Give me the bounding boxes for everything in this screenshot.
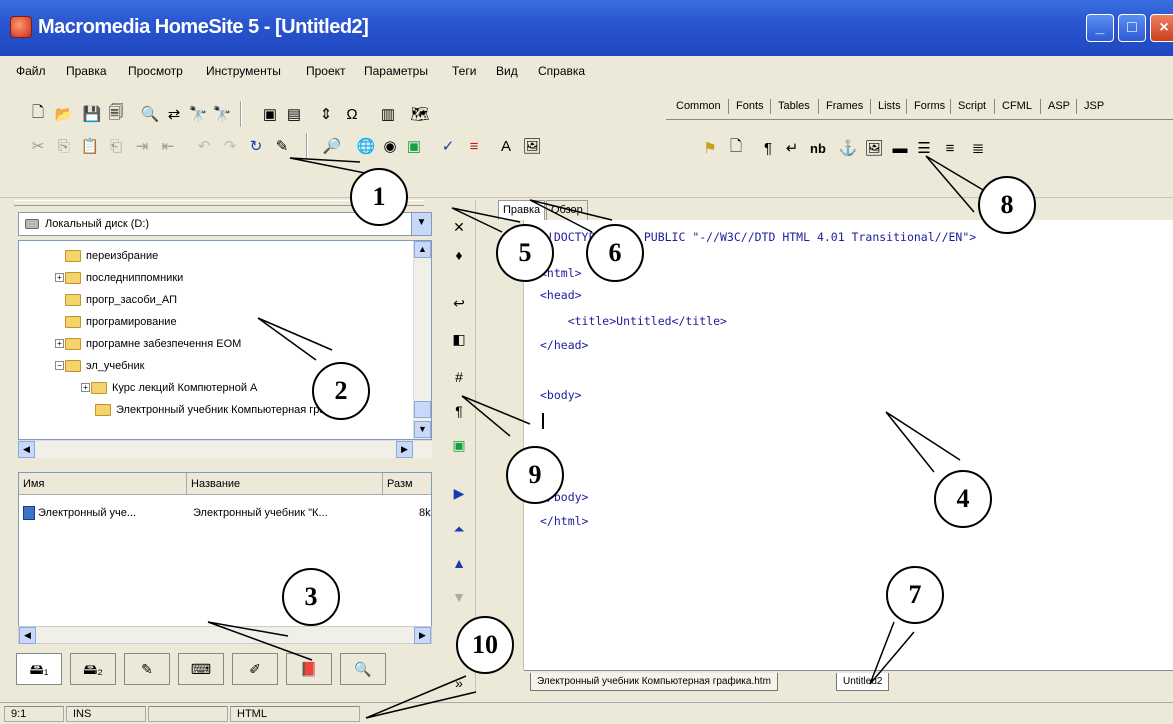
callout-9: 9 [506, 446, 564, 504]
callout-5: 5 [496, 224, 554, 282]
pointer-2 [257, 317, 333, 361]
homesite-window: Macromedia HomeSite 5 - [Untitled2] _ □ … [0, 0, 1173, 724]
callout-8: 8 [978, 176, 1036, 234]
pointer-7 [869, 621, 915, 685]
callout-10: 10 [456, 616, 514, 674]
callout-3: 3 [282, 568, 340, 626]
callout-7: 7 [886, 566, 944, 624]
callout-1: 1 [350, 168, 408, 226]
pointer-4 [885, 411, 961, 473]
pointer-10 [365, 675, 477, 719]
callout-4: 4 [934, 470, 992, 528]
pointer-3 [207, 621, 313, 661]
callout-pointers [207, 155, 1001, 719]
callout-2: 2 [312, 362, 370, 420]
pointer-9 [461, 395, 531, 437]
callout-6: 6 [586, 224, 644, 282]
